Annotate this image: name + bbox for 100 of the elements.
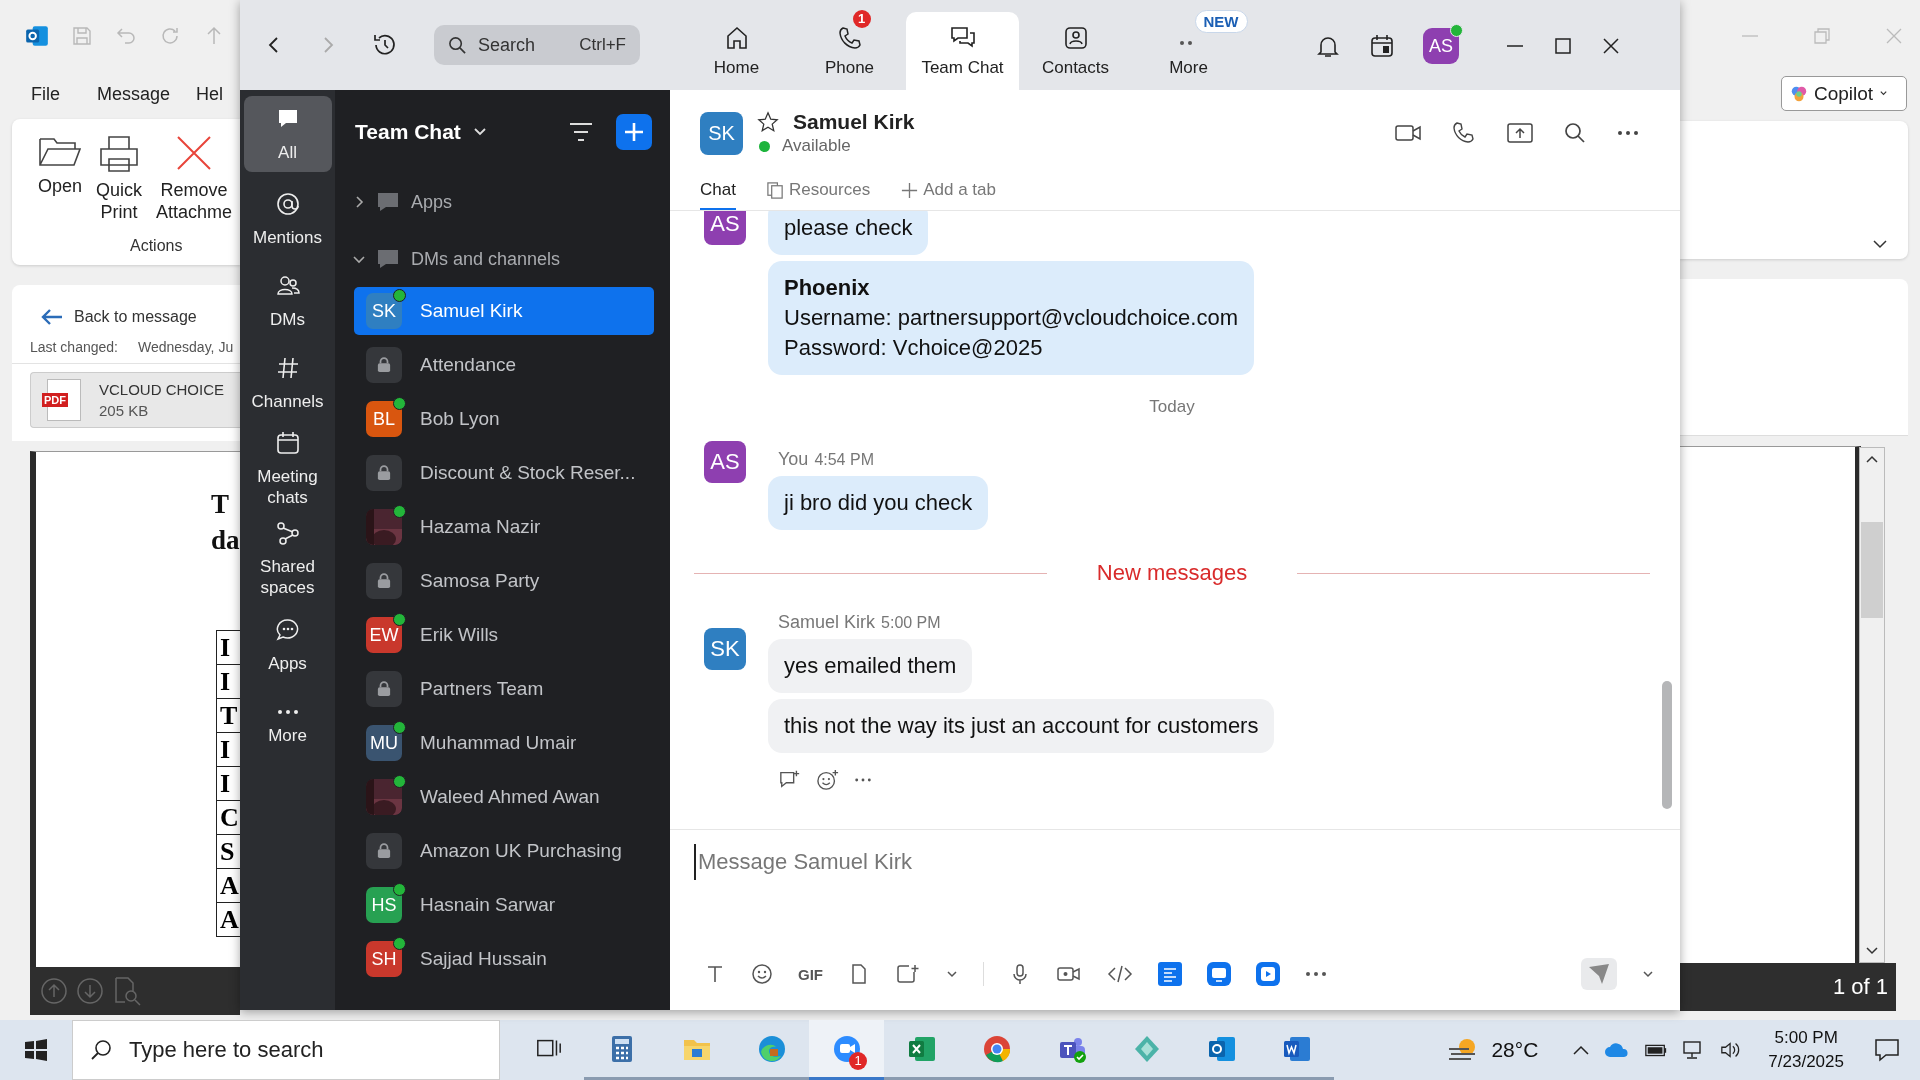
chat-list-item[interactable]: Partners Team bbox=[354, 665, 654, 713]
menu-item[interactable]: Message bbox=[97, 84, 171, 105]
last-changed-label: Last changed: bbox=[30, 339, 118, 355]
lock-icon bbox=[366, 671, 402, 707]
more-icon[interactable] bbox=[854, 777, 872, 783]
sidebar-item[interactable]: Apps bbox=[243, 610, 332, 680]
clock-date[interactable]: 7/23/2025 bbox=[1768, 1050, 1844, 1074]
chat-list-item[interactable]: Hazama Nazir bbox=[354, 503, 654, 551]
more-icon[interactable] bbox=[1616, 129, 1640, 137]
share-screen-icon[interactable] bbox=[1506, 121, 1534, 145]
chat-list-item[interactable]: SK Samuel Kirk bbox=[354, 287, 654, 335]
ribbon-button[interactable]: Quick Print bbox=[92, 133, 147, 237]
section-header[interactable]: DMs and channels bbox=[335, 231, 670, 287]
back-arrow-icon[interactable] bbox=[40, 307, 64, 327]
sidebar-item[interactable]: Channels bbox=[243, 348, 332, 418]
notification-icon[interactable] bbox=[1874, 1038, 1900, 1062]
sidebar-item[interactable]: Meeting chats bbox=[243, 430, 332, 508]
scrollbar[interactable] bbox=[1859, 447, 1885, 963]
nav-tab[interactable]: Contacts bbox=[1019, 12, 1132, 90]
sidebar-item[interactable]: All bbox=[243, 96, 332, 172]
chevron-down-icon[interactable] bbox=[1642, 970, 1654, 978]
next-icon[interactable] bbox=[76, 977, 104, 1005]
nav-tab[interactable]: Home bbox=[680, 12, 793, 90]
chat-list-item[interactable]: Discount & Stock Reser... bbox=[354, 449, 654, 497]
scrollbar-thumb[interactable] bbox=[1861, 522, 1883, 618]
notes-app-icon[interactable] bbox=[1158, 962, 1182, 986]
ribbon-button[interactable]: Open bbox=[34, 133, 87, 237]
file-size: 205 KB bbox=[99, 401, 150, 421]
history-icon[interactable] bbox=[372, 32, 398, 58]
chat-tab[interactable]: Resources bbox=[765, 180, 871, 210]
phone-icon[interactable] bbox=[1452, 121, 1476, 145]
chat-tab[interactable]: Add a tab bbox=[900, 180, 996, 210]
back-link[interactable]: Back to message bbox=[74, 308, 197, 326]
maximize-icon[interactable] bbox=[1553, 36, 1573, 56]
nav-tab[interactable]: 1 Phone bbox=[793, 12, 906, 90]
chevron-up-icon[interactable] bbox=[1572, 1044, 1591, 1056]
avatar: EW bbox=[366, 617, 402, 653]
section-header[interactable]: Apps bbox=[335, 174, 670, 230]
chevron-down-icon[interactable] bbox=[1872, 239, 1888, 249]
file-name: VCLOUD CHOICE bbox=[99, 380, 225, 400]
star-icon[interactable] bbox=[757, 111, 779, 133]
lock-icon bbox=[366, 833, 402, 869]
scroll-down-icon[interactable] bbox=[1865, 946, 1879, 956]
whiteboard-app-icon[interactable] bbox=[1207, 962, 1231, 986]
scrollbar[interactable] bbox=[1662, 681, 1672, 809]
taskbar-search-field[interactable]: Type here to search bbox=[72, 1020, 500, 1080]
calendar-icon[interactable] bbox=[1369, 33, 1395, 59]
search-icon[interactable] bbox=[1564, 122, 1586, 144]
chat-list-item[interactable]: Amazon UK Purchasing bbox=[354, 827, 654, 875]
emoji-icon[interactable] bbox=[816, 769, 840, 791]
date-divider: Today bbox=[1149, 397, 1195, 417]
chat-list-item[interactable]: SH Sajjad Hussain bbox=[354, 935, 654, 983]
menu-item[interactable]: File bbox=[31, 84, 60, 105]
sidebar-item[interactable]: DMs bbox=[243, 266, 332, 336]
file-type-badge: PDF bbox=[42, 393, 68, 407]
logo-icon bbox=[1790, 84, 1808, 103]
copilot-button[interactable]: Copilot bbox=[1781, 76, 1907, 111]
taskbar-app-button[interactable]: 1 bbox=[809, 1020, 884, 1080]
new-chat-button[interactable] bbox=[616, 114, 652, 150]
previous-icon[interactable] bbox=[40, 977, 68, 1005]
chat-list-item[interactable]: HS Hasnain Sarwar bbox=[354, 881, 654, 929]
windows-start-icon[interactable] bbox=[24, 1038, 48, 1062]
clips-app-icon[interactable] bbox=[1256, 962, 1280, 986]
sidebar-item[interactable]: More bbox=[243, 692, 332, 762]
more-icon[interactable] bbox=[1305, 971, 1327, 977]
lock-icon bbox=[366, 563, 402, 599]
code-icon[interactable] bbox=[1107, 963, 1133, 985]
emoji-icon[interactable] bbox=[751, 963, 773, 985]
scroll-up-icon[interactable] bbox=[1865, 454, 1879, 464]
attachment-chip[interactable]: PDF VCLOUD CHOICE 205 KB bbox=[30, 372, 240, 428]
message-bubble: yes emailed them bbox=[768, 639, 973, 693]
chevron-down-icon[interactable] bbox=[946, 970, 958, 978]
gif-button[interactable]: GIF bbox=[798, 965, 823, 983]
nav-tab[interactable]: NEW More bbox=[1132, 12, 1245, 90]
chat-list-item[interactable]: Attendance bbox=[354, 341, 654, 389]
chat-list-item[interactable]: Waleed Ahmed Awan bbox=[354, 773, 654, 821]
lock-icon bbox=[366, 455, 402, 491]
document-heading: da bbox=[211, 524, 240, 557]
ribbon-button[interactable]: Remove Attachme bbox=[152, 133, 237, 237]
chat-list-item[interactable]: MU Muhammad Umair bbox=[354, 719, 654, 767]
list-title[interactable]: Team Chat bbox=[355, 120, 461, 144]
chat-list-item[interactable]: EW Erik Wills bbox=[354, 611, 654, 659]
group-label: Actions bbox=[130, 237, 183, 255]
notification-badge: 1 bbox=[852, 10, 871, 28]
avatar: AS bbox=[704, 211, 746, 245]
screenshot-icon[interactable] bbox=[895, 963, 921, 985]
clock-time[interactable]: 5:00 PM bbox=[1774, 1026, 1838, 1050]
video-icon[interactable] bbox=[1394, 122, 1422, 144]
last-changed-value: Wednesday, Ju bbox=[137, 339, 234, 355]
close-icon[interactable] bbox=[1601, 36, 1621, 56]
chat-list-item[interactable]: BL Bob Lyon bbox=[354, 395, 654, 443]
chat-list-item[interactable]: Samosa Party bbox=[354, 557, 654, 605]
menu-item[interactable]: Hel bbox=[196, 84, 224, 105]
sidebar-item[interactable]: Mentions bbox=[243, 184, 332, 254]
temperature[interactable]: 28°C bbox=[1491, 1038, 1539, 1062]
filter-icon[interactable] bbox=[568, 121, 594, 143]
send-button[interactable] bbox=[1581, 958, 1617, 990]
nav-tab[interactable]: Team Chat bbox=[906, 12, 1019, 90]
sidebar-item[interactable]: Shared spaces bbox=[243, 520, 332, 598]
chevron-down-icon bbox=[1879, 89, 1889, 98]
